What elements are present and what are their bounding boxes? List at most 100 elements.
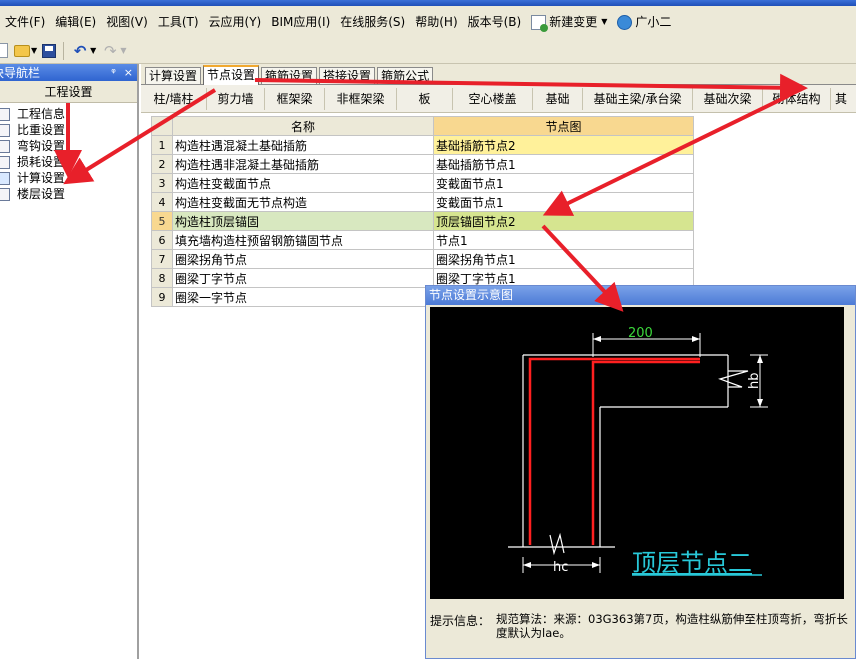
undo-icon[interactable]: ↶ — [71, 42, 89, 60]
table-row[interactable]: 7 圈梁拐角节点 圈梁拐角节点1 — [151, 249, 694, 269]
row-node-cell[interactable]: 节点1 — [433, 230, 694, 250]
nav-item-label: 计算设置 — [17, 171, 66, 185]
subtab-frame-beam[interactable]: 框架梁 — [265, 87, 325, 110]
row-name-cell: 圈梁丁字节点 — [172, 268, 434, 288]
row-node-cell[interactable]: 变截面节点1 — [433, 192, 694, 212]
node-diagram-svg: 200 hb hc 顶层节点二 — [508, 326, 768, 577]
row-name-cell: 圈梁一字节点 — [172, 287, 434, 307]
nav-item-label: 损耗设置 — [17, 155, 66, 169]
tab-calc-settings[interactable]: 计算设置 — [145, 67, 202, 84]
subtab-foundation[interactable]: 基础 — [533, 87, 583, 110]
chevron-down-icon[interactable]: ▼ — [120, 46, 126, 55]
chevron-down-icon[interactable]: ▼ — [90, 46, 96, 55]
nav-panel-header: 块导航栏 ᵠ × — [0, 64, 137, 81]
helper-label: 广小二 — [635, 15, 672, 29]
break-symbol-bottom — [549, 532, 565, 556]
dim-arrow — [757, 399, 763, 407]
row-name-cell: 圈梁拐角节点 — [172, 249, 434, 269]
nav-item-label: 弯钩设置 — [17, 139, 66, 153]
subtab-column[interactable]: 柱/墙柱 — [141, 87, 207, 110]
tab-node-settings[interactable]: 节点设置 — [203, 65, 260, 85]
nav-item-label: 比重设置 — [17, 123, 66, 137]
row-number: 3 — [151, 173, 173, 193]
node-diagram-dialog: 节点设置示意图 200 hb hc 顶层节点二 提示信息： 规范算法：来源：03… — [425, 285, 856, 659]
new-change-button[interactable]: 新建变更 ▼ — [526, 11, 612, 33]
row-node-cell[interactable]: 基础插筋节点1 — [433, 154, 694, 174]
node-settings-grid: 名称 节点图 1 构造柱遇混凝土基础插筋 基础插筋节点2 2 构造柱遇非混凝土基… — [151, 116, 694, 307]
new-change-label: 新建变更 — [549, 15, 598, 29]
table-row[interactable]: 4 构造柱变截面无节点构造 变截面节点1 — [151, 192, 694, 212]
rebar-outer — [528, 357, 700, 545]
table-row[interactable]: 1 构造柱遇混凝土基础插筋 基础插筋节点2 — [151, 135, 694, 155]
close-icon[interactable]: × — [124, 66, 133, 79]
dim-arrow — [692, 336, 700, 342]
dialog-title[interactable]: 节点设置示意图 — [426, 286, 855, 305]
weight-icon — [0, 123, 10, 137]
nav-item-project-info[interactable]: 工程信息 — [0, 106, 137, 122]
dim-arrow — [592, 562, 600, 568]
chevron-down-icon: ▼ — [601, 17, 608, 26]
pin-icon[interactable]: ᵠ — [111, 66, 116, 79]
component-subtabs: 柱/墙柱 剪力墙 框架梁 非框架梁 板 空心楼盖 基础 基础主梁/承台梁 基础次… — [141, 85, 856, 113]
row-node-cell[interactable]: 基础插筋节点2 — [433, 135, 694, 155]
subtab-foundation-secondary-beam[interactable]: 基础次梁 — [693, 87, 763, 110]
menu-version[interactable]: 版本号(B) — [463, 11, 527, 33]
hint-label: 提示信息： — [430, 614, 491, 628]
menu-cloud[interactable]: 云应用(Y) — [204, 11, 267, 33]
row-name-cell: 构造柱变截面无节点构造 — [172, 192, 434, 212]
calc-settings-icon — [0, 171, 10, 185]
dim-label-top: 200 — [628, 326, 653, 341]
row-node-cell[interactable]: 变截面节点1 — [433, 173, 694, 193]
menu-view[interactable]: 视图(V) — [101, 11, 153, 33]
menu-help[interactable]: 帮助(H) — [410, 11, 462, 33]
row-number: 7 — [151, 249, 173, 269]
row-name-cell: 填充墙构造柱预留钢筋锚固节点 — [172, 230, 434, 250]
table-row-selected[interactable]: 5 构造柱顶层锚固 顶层锚固节点2 — [151, 211, 694, 231]
nav-item-label: 工程信息 — [17, 107, 66, 121]
subtab-shear-wall[interactable]: 剪力墙 — [207, 87, 265, 110]
row-number: 9 — [151, 287, 173, 307]
subtab-masonry[interactable]: 砌体结构 — [763, 87, 831, 110]
menu-bim[interactable]: BIM应用(I) — [266, 11, 335, 33]
subtab-non-frame-beam[interactable]: 非框架梁 — [325, 87, 397, 110]
nav-section-project-settings[interactable]: 工程设置 — [0, 81, 137, 103]
table-row[interactable]: 2 构造柱遇非混凝土基础插筋 基础插筋节点1 — [151, 154, 694, 174]
tab-lap-settings[interactable]: 搭接设置 — [319, 67, 376, 84]
menu-tools[interactable]: 工具(T) — [153, 11, 204, 33]
row-number: 2 — [151, 154, 173, 174]
nav-item-weight-settings[interactable]: 比重设置 — [0, 122, 137, 138]
row-node-cell[interactable]: 顶层锚固节点2 — [433, 211, 694, 231]
tab-stirrup-formula[interactable]: 箍筋公式 — [377, 67, 434, 84]
new-file-icon[interactable] — [0, 43, 8, 58]
save-icon[interactable] — [42, 43, 57, 58]
menu-file[interactable]: 文件(F) — [0, 11, 50, 33]
tab-stirrup-settings[interactable]: 箍筋设置 — [261, 67, 318, 84]
menu-edit[interactable]: 编辑(E) — [50, 11, 101, 33]
open-folder-icon[interactable] — [14, 44, 30, 57]
row-name-cell: 构造柱遇混凝土基础插筋 — [172, 135, 434, 155]
row-number: 4 — [151, 192, 173, 212]
subtab-other[interactable]: 其 — [831, 88, 851, 110]
nav-item-calc-settings[interactable]: 计算设置 — [0, 170, 137, 186]
rebar-inner — [591, 360, 700, 545]
table-row[interactable]: 3 构造柱变截面节点 变截面节点1 — [151, 173, 694, 193]
nav-item-hook-settings[interactable]: 弯钩设置 — [0, 138, 137, 154]
helper-button[interactable]: 广小二 — [612, 11, 676, 33]
menu-online-service[interactable]: 在线服务(S) — [335, 11, 410, 33]
node-diagram-canvas: 200 hb hc 顶层节点二 — [430, 307, 844, 599]
nav-item-loss-settings[interactable]: 损耗设置 — [0, 154, 137, 170]
break-symbol-right — [718, 370, 749, 388]
row-node-cell[interactable]: 圈梁拐角节点1 — [433, 249, 694, 269]
column-header-name: 名称 — [172, 116, 434, 136]
subtab-hollow-floor[interactable]: 空心楼盖 — [453, 87, 533, 110]
loss-icon — [0, 155, 10, 169]
hook-icon — [0, 139, 10, 153]
nav-item-floor-settings[interactable]: 楼层设置 — [0, 186, 137, 202]
table-row[interactable]: 6 填充墙构造柱预留钢筋锚固节点 节点1 — [151, 230, 694, 250]
grid-corner — [151, 116, 173, 136]
redo-icon[interactable]: ↷ — [101, 42, 119, 60]
row-name-cell: 构造柱顶层锚固 — [172, 211, 434, 231]
chevron-down-icon[interactable]: ▼ — [31, 46, 37, 55]
subtab-slab[interactable]: 板 — [397, 87, 453, 110]
subtab-foundation-main-beam[interactable]: 基础主梁/承台梁 — [583, 87, 693, 110]
